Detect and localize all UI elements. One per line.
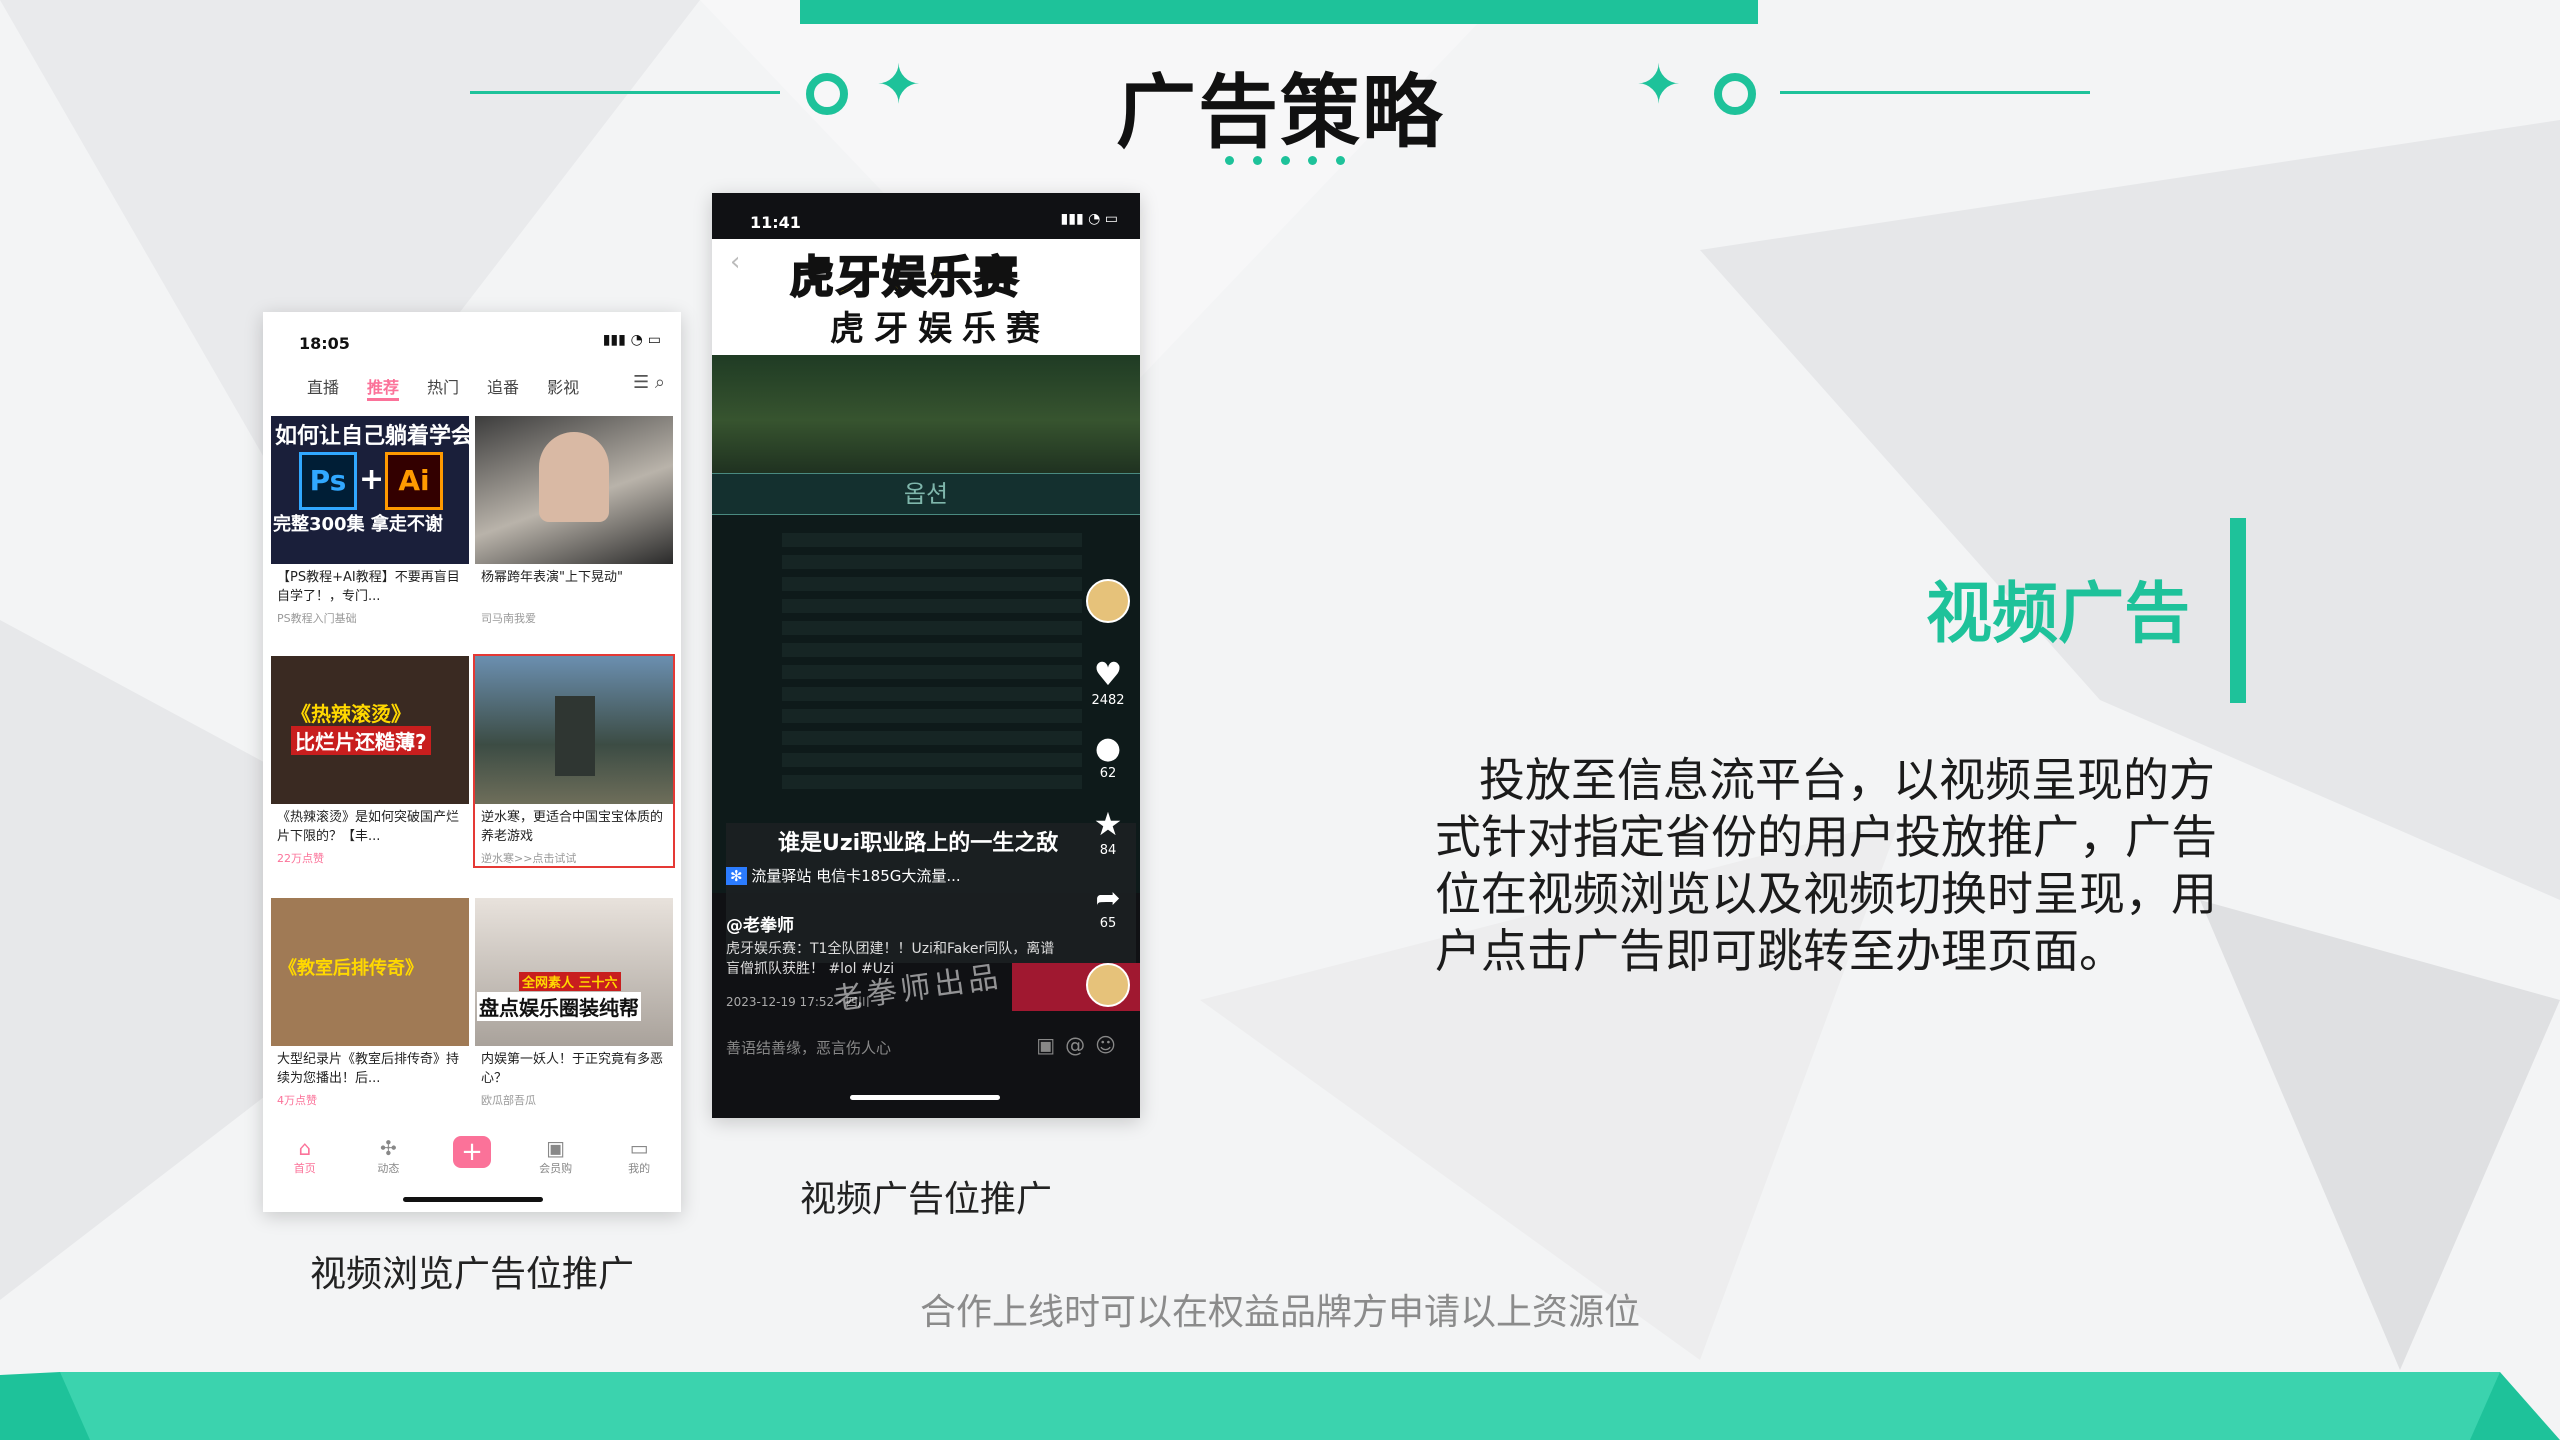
promo-tag[interactable]: ✻ 流量驿站 电信卡185G大流量... xyxy=(726,865,961,886)
tab-hot[interactable]: 热门 xyxy=(427,374,459,401)
favorite-button[interactable]: ★ 84 xyxy=(1086,805,1130,858)
game-options-title: 옵션 xyxy=(712,473,1140,515)
sparkle-left-icon: ✦ xyxy=(876,53,922,116)
thumb-overlay-2: 完整300集 拿走不谢 xyxy=(273,514,443,535)
status-time: 11:41 xyxy=(750,213,801,232)
feed-tabs: 直播 推荐 热门 追番 影视 xyxy=(307,374,579,401)
title-dots xyxy=(1225,156,1345,166)
video-author[interactable]: @老拳师 xyxy=(726,911,794,936)
heart-icon: ♥ xyxy=(1093,655,1123,693)
footer-note: 合作上线时可以在权益品牌方申请以上资源位 xyxy=(919,1292,1640,1333)
tile-meta: PS教程入门基础 xyxy=(277,612,357,625)
tab-anime[interactable]: 追番 xyxy=(487,374,519,401)
star-icon: ★ xyxy=(1093,805,1123,843)
publish-plus-button[interactable]: + xyxy=(452,1136,491,1168)
comment-input[interactable]: 善语结善缘，恶言伤人心 xyxy=(726,1037,891,1058)
section-accent-bar xyxy=(2230,518,2246,703)
ad-tile-highlighted[interactable]: 逆水寒，更适合中国宝宝体质的养老游戏 逆水寒>>点击试试 xyxy=(473,654,675,868)
thumb-overlay: 《教室后排传奇》 xyxy=(279,958,423,979)
video-title: 谁是Uzi职业路上的一生之敌 xyxy=(778,831,1059,856)
music-disc[interactable] xyxy=(1086,963,1130,1007)
tab-movies[interactable]: 影视 xyxy=(547,374,579,401)
dynamic-icon: ✣ xyxy=(380,1136,397,1160)
caption-video-ad: 视频广告位推广 xyxy=(799,1179,1052,1220)
status-time: 18:05 xyxy=(299,334,350,353)
nav-mine[interactable]: ▭ 我的 xyxy=(609,1136,669,1176)
emoji-icons[interactable]: ▣@☺ xyxy=(1036,1033,1126,1057)
nav-shop[interactable]: ▣ 会员购 xyxy=(526,1136,586,1176)
thumb-overlay: 全网素人 三十六 xyxy=(519,972,621,991)
list-item[interactable]: 《教室后排传奇》 大型纪录片《教室后排传奇》持续为您播出！后... 4万点赞 xyxy=(271,898,469,1108)
tab-live[interactable]: 直播 xyxy=(307,374,339,401)
list-item[interactable]: 杨幂跨年表演"上下晃动" 司马南我爱 xyxy=(475,416,673,626)
tile-meta: 22万点赞 xyxy=(277,852,324,865)
title-line-right xyxy=(1780,91,2090,94)
nav-home[interactable]: ⌂ 首页 xyxy=(275,1136,335,1176)
game-option-list xyxy=(782,533,1082,793)
thumb-overlay: 如何让自己躺着学会 xyxy=(275,424,469,449)
phone-screenshot-feed: 18:05 ▮▮▮ ◔ ▭ 直播 推荐 热门 追番 影视 ☰ ⌕ 如何让自己躺着… xyxy=(263,312,681,1212)
list-item[interactable]: 如何让自己躺着学会 Ps + Ai 完整300集 拿走不谢 【PS教程+AI教程… xyxy=(271,416,469,626)
game-figure xyxy=(555,696,595,776)
tile-meta: 4万点赞 xyxy=(277,1094,317,1107)
avatar[interactable] xyxy=(1086,579,1130,623)
bottom-nav: ⌂ 首页 ✣ 动态 + ▣ 会员购 ▭ 我的 xyxy=(263,1136,681,1176)
share-button[interactable]: ➦ 65 xyxy=(1086,881,1130,931)
banner-subtitle: 虎牙娱乐赛 xyxy=(830,309,1050,349)
comment-bar: 善语结善缘，恶言伤人心 ▣@☺ xyxy=(712,1019,1140,1079)
back-arrow-icon[interactable]: ‹ xyxy=(730,247,740,277)
top-accent-bar xyxy=(800,0,1758,24)
section-title: 视频广告 xyxy=(1926,575,2190,652)
ring-right-icon xyxy=(1714,73,1756,115)
search-icon[interactable]: ☰ ⌕ xyxy=(633,372,665,393)
like-button[interactable]: ♥ 2482 xyxy=(1086,655,1130,708)
title-line-left xyxy=(470,91,780,94)
tile-caption: 杨幂跨年表演"上下晃动" xyxy=(481,570,623,585)
sparkle-right-icon: ✦ xyxy=(1636,53,1682,116)
tile-meta: 逆水寒>>点击试试 xyxy=(481,852,577,865)
tile-caption: 大型纪录片《教室后排传奇》持续为您播出！后... xyxy=(277,1052,460,1086)
tile-meta: 司马南我爱 xyxy=(481,612,536,625)
nav-dynamic[interactable]: ✣ 动态 xyxy=(358,1136,418,1176)
ring-left-icon xyxy=(806,73,848,115)
thumb-overlay-2: 盘点娱乐圈装纯帮 xyxy=(477,992,641,1021)
list-item[interactable]: 《热辣滚烫》 比烂片还糙薄? 《热辣滚烫》是如何突破国产烂片下限的？【丰... … xyxy=(271,656,469,866)
share-icon: ➦ xyxy=(1095,881,1121,916)
battery-icon: ▮▮▮ ◔ ▭ xyxy=(1060,211,1118,227)
thumb-overlay: 《热辣滚烫》 xyxy=(291,702,411,726)
description-paragraph: 投放至信息流平台，以视频呈现的方式针对指定省份的用户投放推广，广告位在视频浏览以… xyxy=(1435,753,2217,978)
tv-icon: ▭ xyxy=(629,1136,649,1160)
comment-button[interactable]: ● 62 xyxy=(1086,731,1130,781)
home-indicator xyxy=(403,1197,543,1202)
list-item[interactable]: 全网素人 三十六 盘点娱乐圈装纯帮 内娱第一妖人！于正究竟有多恶心？ 欧瓜部吾瓜 xyxy=(475,898,673,1108)
home-icon: ⌂ xyxy=(298,1136,312,1160)
banner-title: 虎牙娱乐赛 xyxy=(789,251,1020,304)
shop-icon: ▣ xyxy=(546,1136,566,1160)
person-photo xyxy=(539,432,609,522)
tile-meta: 欧瓜部吾瓜 xyxy=(481,1094,536,1107)
caption-feed-ad: 视频浏览广告位推广 xyxy=(309,1254,634,1295)
photoshop-logo-icon: Ps xyxy=(299,452,357,510)
tile-caption: 《热辣滚烫》是如何突破国产烂片下限的？【丰... xyxy=(277,810,460,844)
phone-screenshot-video: 11:41 ▮▮▮ ◔ ▭ ‹ 虎牙娱乐赛 虎牙娱乐赛 옵션 谁是Uzi职业路上… xyxy=(712,193,1140,1118)
tile-caption: 内娱第一妖人！于正究竟有多恶心？ xyxy=(481,1052,664,1086)
video-banner: ‹ 虎牙娱乐赛 虎牙娱乐赛 xyxy=(712,239,1140,355)
comment-icon: ● xyxy=(1094,731,1122,766)
thumb-overlay-2: 比烂片还糙薄? xyxy=(291,726,431,755)
page-title: 广告策略 xyxy=(1116,66,1444,159)
illustrator-logo-icon: Ai xyxy=(385,452,443,510)
battery-icon: ▮▮▮ ◔ ▭ xyxy=(602,332,661,348)
game-scene xyxy=(712,355,1140,485)
home-indicator xyxy=(850,1095,1000,1100)
tile-caption: 【PS教程+AI教程】不要再盲目自学了！，专门... xyxy=(277,570,460,604)
tile-caption: 逆水寒，更适合中国宝宝体质的养老游戏 xyxy=(481,810,664,844)
nav-publish[interactable]: + xyxy=(442,1136,502,1176)
tab-recommend[interactable]: 推荐 xyxy=(367,374,400,401)
plus-sign-icon: + xyxy=(359,462,385,497)
snowflake-icon: ✻ xyxy=(726,867,747,885)
